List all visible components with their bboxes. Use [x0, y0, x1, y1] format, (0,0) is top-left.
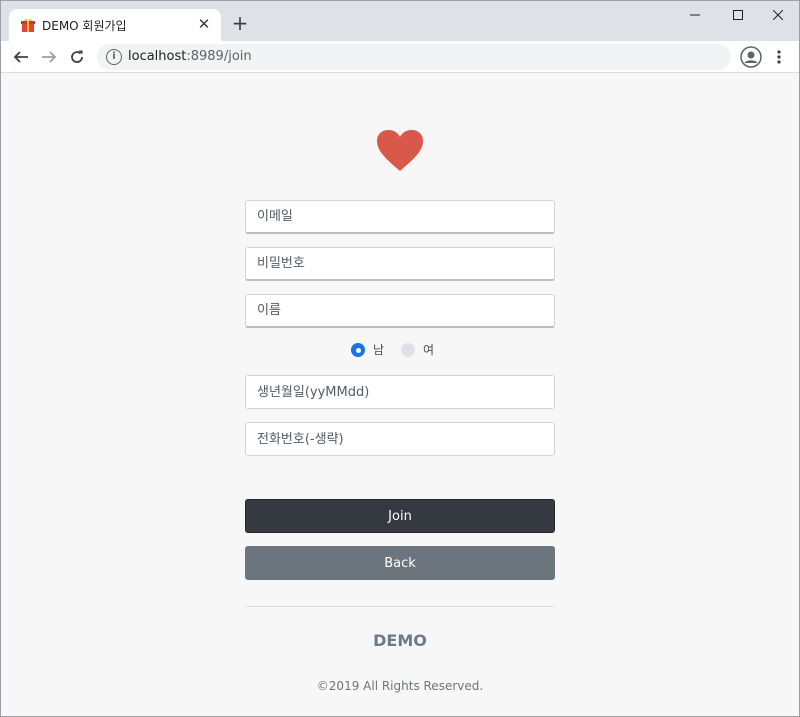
- close-icon[interactable]: ✕: [195, 15, 213, 33]
- more-menu-icon[interactable]: [771, 45, 787, 69]
- name-field[interactable]: [245, 294, 555, 328]
- back-button[interactable]: Back: [245, 546, 555, 580]
- plus-icon[interactable]: +: [231, 13, 249, 33]
- tab-strip: DEMO 회원가입 ✕ +: [1, 1, 799, 41]
- copyright-text: ©2019 All Rights Reserved.: [316, 679, 484, 693]
- url-text: localhost:8989/join: [128, 49, 252, 64]
- gender-male-label: 남: [373, 343, 385, 357]
- browser-window: DEMO 회원가입 ✕ + i localhost:8989/join 이메일 …: [0, 0, 800, 717]
- join-page: 남 여 Join Back DEMO ©2019 All Rights Rese…: [1, 73, 799, 716]
- gender-radio-group: 남 여: [351, 341, 471, 359]
- info-icon[interactable]: i: [106, 49, 122, 65]
- address-bar[interactable]: i localhost:8989/join: [97, 44, 731, 70]
- join-button[interactable]: Join: [245, 499, 555, 533]
- footer-brand: DEMO: [373, 631, 427, 650]
- browser-toolbar: i localhost:8989/join: [1, 41, 799, 73]
- maximize-icon[interactable]: [723, 5, 753, 27]
- gender-male-radio[interactable]: [351, 343, 365, 357]
- gift-favicon-icon: [21, 18, 35, 32]
- tab-title: DEMO 회원가입: [42, 19, 127, 33]
- footer-divider: [245, 606, 555, 607]
- back-arrow-icon[interactable]: [9, 45, 33, 69]
- gender-female-radio[interactable]: [401, 343, 415, 357]
- close-window-icon[interactable]: [763, 5, 793, 27]
- gender-female-label: 여: [423, 343, 435, 357]
- profile-icon[interactable]: [740, 46, 762, 68]
- phone-field[interactable]: [245, 422, 555, 456]
- browser-tab[interactable]: DEMO 회원가입 ✕: [9, 9, 221, 41]
- minimize-icon[interactable]: [680, 5, 710, 27]
- email-field[interactable]: [245, 200, 555, 234]
- birthdate-field[interactable]: [245, 375, 555, 409]
- heart-icon: [377, 130, 423, 171]
- password-field[interactable]: [245, 247, 555, 281]
- reload-icon[interactable]: [65, 45, 89, 69]
- forward-arrow-icon[interactable]: [37, 45, 61, 69]
